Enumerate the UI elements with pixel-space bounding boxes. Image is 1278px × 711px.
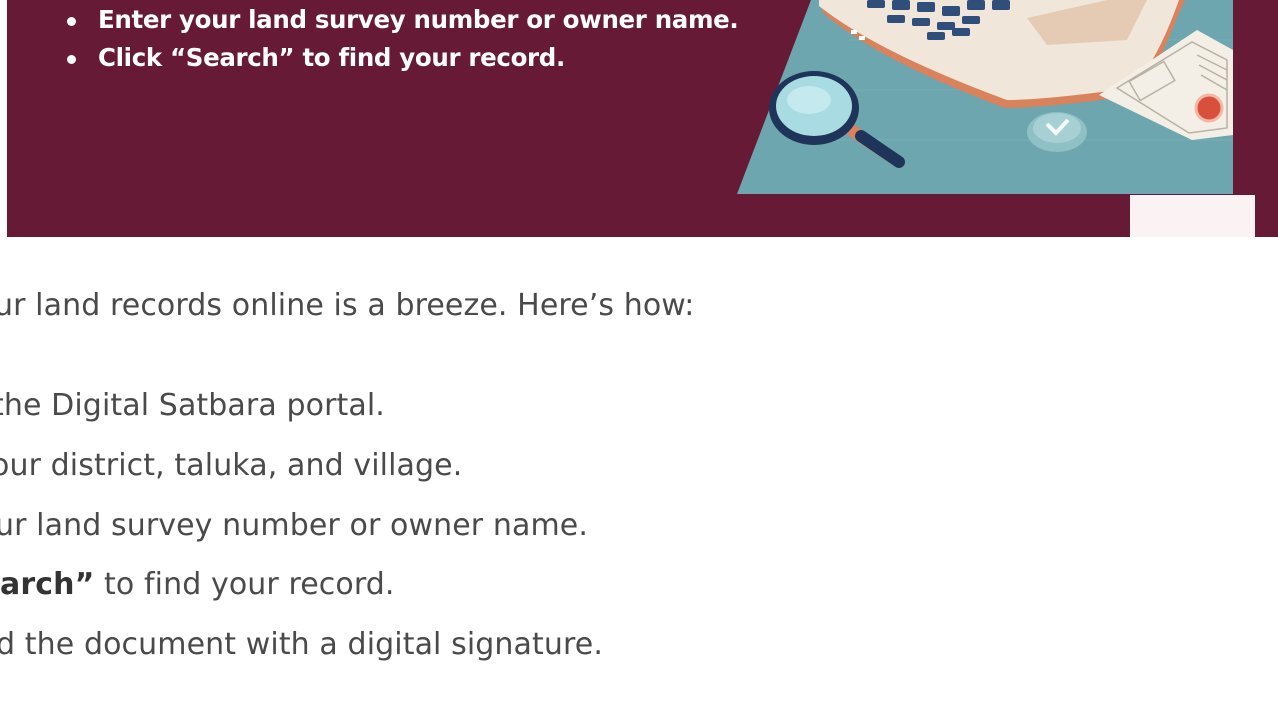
step-click-search: arch” to find your record. <box>0 567 395 602</box>
step-text: to find your record. <box>94 567 395 602</box>
land-records-illustration <box>737 0 1233 194</box>
step-bold: arch” <box>0 567 95 602</box>
step-text: the Digital Satbara portal. <box>0 388 385 423</box>
step-enter-survey: ur land survey number or owner name. <box>0 508 588 543</box>
verified-badge-icon <box>1027 112 1087 152</box>
hero-banner: Enter your land survey number or owner n… <box>7 0 1278 237</box>
step-text: ur land survey number or owner name. <box>0 508 588 543</box>
banner-bullet-survey: Enter your land survey number or owner n… <box>67 1 739 39</box>
step-select-location: our district, taluka, and village. <box>0 448 462 483</box>
step-visit-portal: the Digital Satbara portal. <box>0 388 385 423</box>
banner-edge <box>1255 0 1278 237</box>
step-download-document: d the document with a digital signature. <box>0 627 603 662</box>
banner-bullet-list: Enter your land survey number or owner n… <box>67 0 739 77</box>
banner-side-panel <box>1130 195 1255 237</box>
article-intro: ur land records online is a breeze. Here… <box>0 288 695 323</box>
step-text: our district, taluka, and village. <box>0 448 463 483</box>
step-text: d the document with a digital signature. <box>0 627 603 662</box>
seal-icon <box>1194 93 1224 123</box>
banner-bullet-search: Click “Search” to find your record. <box>67 39 738 77</box>
